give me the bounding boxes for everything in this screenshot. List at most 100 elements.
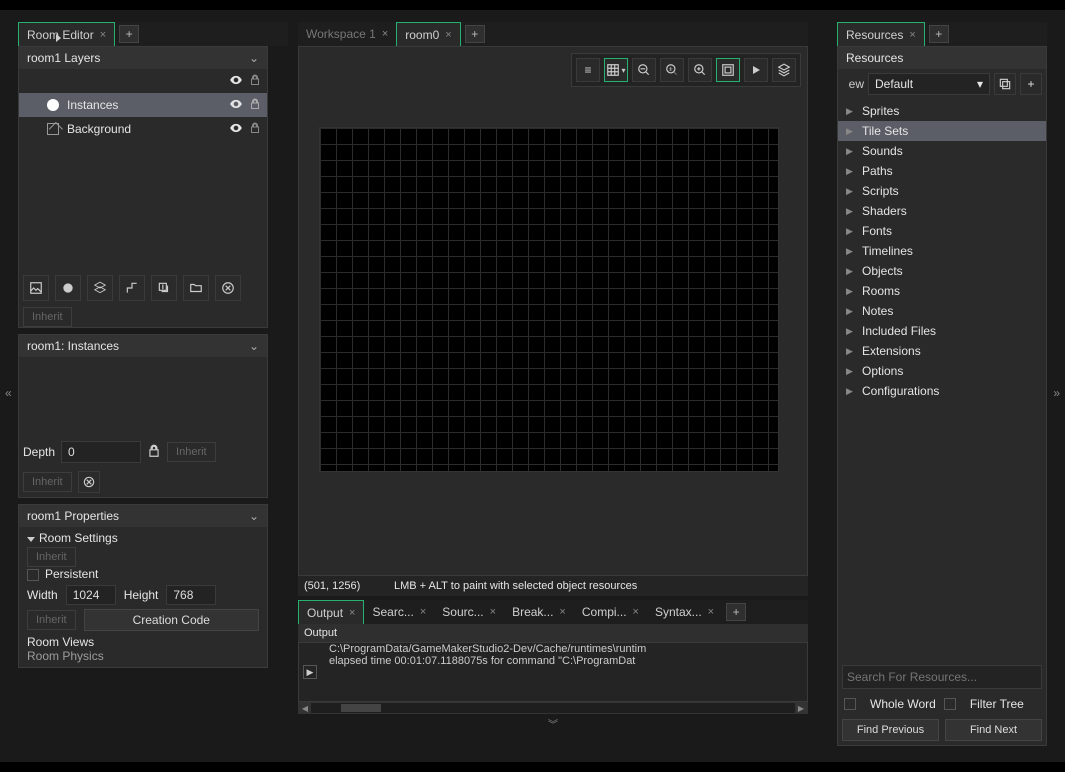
zoom-out-button[interactable]	[632, 58, 656, 82]
play-button[interactable]	[744, 58, 768, 82]
creation-code-button[interactable]: Creation Code	[84, 609, 259, 631]
expand-arrow-icon[interactable]: ▶	[303, 665, 317, 679]
tree-item[interactable]: ▶Scripts	[838, 181, 1046, 201]
room-canvas[interactable]: ≡ ▾ 1	[298, 46, 808, 576]
output-tab[interactable]: Sourc...×	[434, 600, 504, 624]
tab-add-button[interactable]: +	[929, 25, 949, 43]
lock-icon[interactable]	[249, 98, 261, 113]
height-input[interactable]	[166, 585, 216, 605]
instances-header[interactable]: room1: Instances ⌄	[19, 335, 267, 357]
height-label: Height	[124, 588, 159, 602]
close-icon[interactable]: ×	[559, 606, 565, 618]
lock-icon[interactable]	[249, 74, 261, 89]
zoom-reset-button[interactable]: 1	[660, 58, 684, 82]
tree-item[interactable]: ▶Rooms	[838, 281, 1046, 301]
room-settings-group[interactable]: Room Settings	[27, 531, 259, 545]
arrow-right-icon: ▶	[846, 146, 856, 157]
find-next-button[interactable]: Find Next	[945, 719, 1042, 741]
lock-icon[interactable]	[249, 122, 261, 137]
tree-item[interactable]: ▶Timelines	[838, 241, 1046, 261]
eye-icon[interactable]	[229, 121, 243, 138]
layer-instances[interactable]: Instances	[19, 93, 267, 117]
tab-resources[interactable]: Resources ×	[837, 22, 925, 46]
add-folder-button[interactable]	[183, 275, 209, 301]
output-console[interactable]: ▶ C:\ProgramData/GameMakerStudio2-Dev/Ca…	[298, 642, 808, 702]
output-tab[interactable]: Break...×	[504, 600, 574, 624]
reset-button[interactable]	[78, 471, 100, 493]
config-select[interactable]: Default ▾	[868, 73, 990, 95]
lock-icon[interactable]	[147, 444, 161, 461]
tree-item[interactable]: ▶Fonts	[838, 221, 1046, 241]
add-background-layer-button[interactable]	[23, 275, 49, 301]
close-icon[interactable]: ×	[633, 606, 639, 618]
tree-item[interactable]: ▶Extensions	[838, 341, 1046, 361]
fit-view-button[interactable]	[716, 58, 740, 82]
delete-layer-button[interactable]	[215, 275, 241, 301]
collapse-right-handle[interactable]: »	[1053, 386, 1060, 400]
inherit-button[interactable]: Inherit	[23, 472, 72, 492]
inherit-button[interactable]: Inherit	[27, 547, 76, 567]
add-path-layer-button[interactable]	[119, 275, 145, 301]
output-line: C:\ProgramData/GameMakerStudio2-Dev/Cach…	[299, 643, 807, 655]
inherit-button[interactable]: Inherit	[23, 307, 72, 327]
tree-item[interactable]: ▶Tile Sets	[838, 121, 1046, 141]
output-tab[interactable]: Compi...×	[574, 600, 647, 624]
tree-item[interactable]: ▶Sprites	[838, 101, 1046, 121]
properties-header[interactable]: room1 Properties ⌄	[19, 505, 267, 527]
close-icon[interactable]: ×	[382, 28, 388, 40]
tree-item[interactable]: ▶Included Files	[838, 321, 1046, 341]
close-icon[interactable]: ×	[490, 606, 496, 618]
inherit-button[interactable]: Inherit	[27, 610, 76, 630]
zoom-in-button[interactable]	[688, 58, 712, 82]
tab-add-button[interactable]: +	[465, 25, 485, 43]
grid-toggle-button[interactable]: ▾	[604, 58, 628, 82]
width-input[interactable]	[66, 585, 116, 605]
tree-item[interactable]: ▶Sounds	[838, 141, 1046, 161]
toolbar-handle-icon[interactable]: ≡	[576, 58, 600, 82]
close-icon[interactable]: ×	[708, 606, 714, 618]
duplicate-button[interactable]	[994, 73, 1016, 95]
find-previous-button[interactable]: Find Previous	[842, 719, 939, 741]
tree-item[interactable]: ▶Configurations	[838, 381, 1046, 401]
tab-add-button[interactable]: +	[726, 603, 746, 621]
close-icon[interactable]: ×	[445, 29, 451, 41]
persistent-check[interactable]: Persistent	[27, 567, 259, 581]
room-physics-group[interactable]: Room Physics	[27, 649, 259, 663]
layer-background[interactable]: Background	[19, 117, 267, 141]
close-icon[interactable]: ×	[420, 606, 426, 618]
depth-input[interactable]	[61, 441, 141, 463]
inherit-button[interactable]: Inherit	[167, 442, 216, 462]
tab-label: Output	[307, 606, 343, 620]
collapse-left-handle[interactable]: «	[5, 386, 12, 400]
tree-item[interactable]: ▶Notes	[838, 301, 1046, 321]
expand-down-handle[interactable]: ︾	[298, 714, 808, 733]
tab-workspace[interactable]: Workspace 1 ×	[298, 22, 396, 46]
eye-icon[interactable]	[229, 73, 243, 90]
whole-word-check[interactable]	[844, 698, 856, 710]
output-tab[interactable]: Searc...×	[364, 600, 434, 624]
add-config-button[interactable]: +	[1020, 73, 1042, 95]
horizontal-scrollbar[interactable]: ◀ ▶	[298, 702, 808, 714]
close-icon[interactable]: ×	[909, 29, 915, 41]
eye-icon[interactable]	[229, 97, 243, 114]
tab-room0[interactable]: room0 ×	[396, 22, 460, 46]
filter-tree-check[interactable]	[944, 698, 956, 710]
grid-canvas[interactable]	[319, 127, 779, 472]
layers-view-button[interactable]	[772, 58, 796, 82]
search-input[interactable]	[842, 665, 1042, 689]
add-instance-layer-button[interactable]	[55, 275, 81, 301]
tree-item[interactable]: ▶Paths	[838, 161, 1046, 181]
tree-item[interactable]: ▶Options	[838, 361, 1046, 381]
layers-header[interactable]: room1 Layers ⌄	[19, 47, 267, 69]
output-tab[interactable]: Output ×	[298, 600, 364, 624]
tree-item[interactable]: ▶Objects	[838, 261, 1046, 281]
close-icon[interactable]: ×	[349, 607, 355, 619]
room-views-group[interactable]: Room Views	[27, 635, 259, 649]
add-tile-layer-button[interactable]	[87, 275, 113, 301]
layers-toggles-row	[19, 69, 267, 93]
tree-item[interactable]: ▶Shaders	[838, 201, 1046, 221]
arrow-right-icon: ▶	[846, 386, 856, 397]
tree-label: Shaders	[862, 204, 907, 218]
add-asset-layer-button[interactable]	[151, 275, 177, 301]
output-tab[interactable]: Syntax...×	[647, 600, 722, 624]
